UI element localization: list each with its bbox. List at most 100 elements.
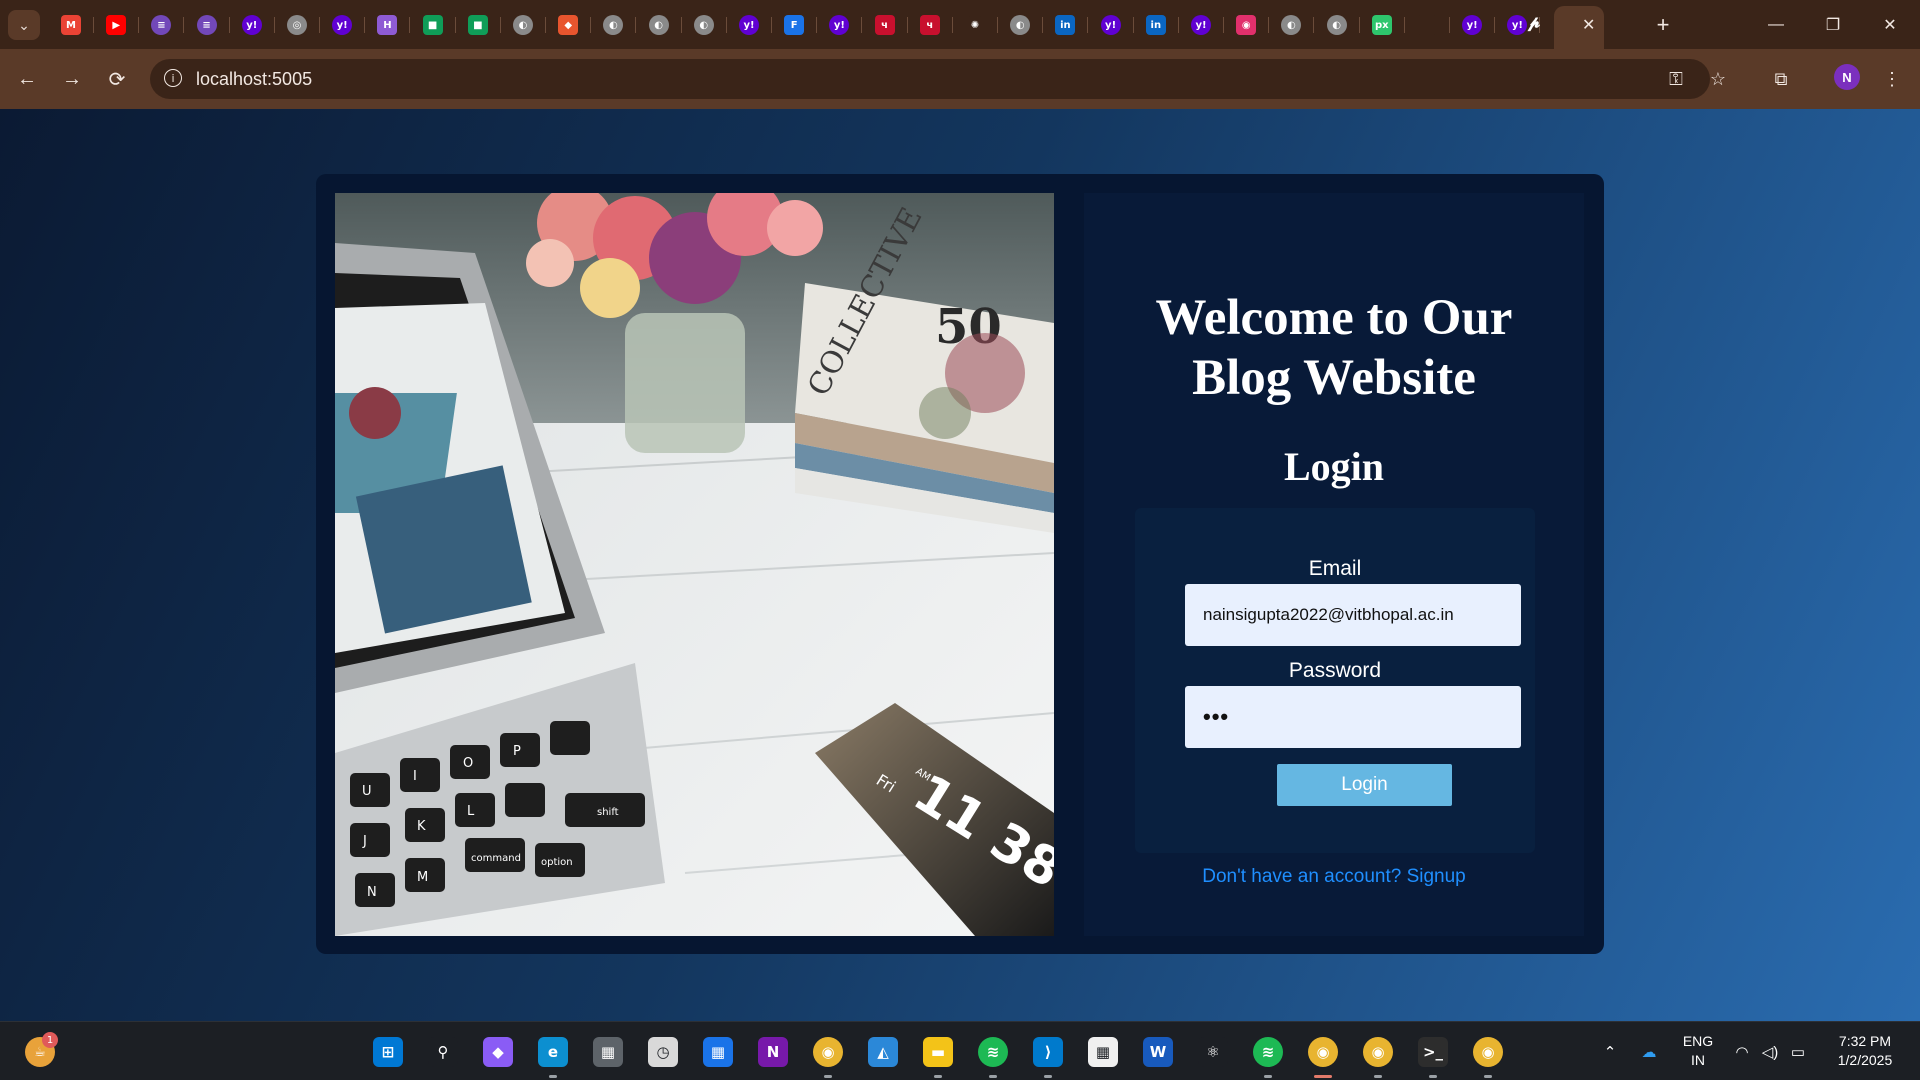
browser-tab[interactable]: ч: [870, 10, 900, 40]
browser-tab[interactable]: ◎: [282, 10, 312, 40]
browser-tab[interactable]: ▶: [101, 10, 131, 40]
browser-tab[interactable]: ■: [463, 10, 493, 40]
tab-separator: [364, 17, 366, 33]
password-key-icon[interactable]: ⚿: [1660, 63, 1692, 95]
browser-tab[interactable]: ◆: [553, 10, 583, 40]
back-button[interactable]: ←: [11, 63, 43, 95]
browser-tab[interactable]: ≡: [192, 10, 222, 40]
tray-overflow-icon[interactable]: ⌃: [1598, 1022, 1622, 1080]
active-tab[interactable]: 𝓹 ✕: [1528, 6, 1604, 49]
onedrive-icon[interactable]: ☁: [1636, 1022, 1662, 1080]
browser-tab[interactable]: M: [56, 10, 86, 40]
key-label: J: [362, 834, 367, 849]
browser-tab[interactable]: ◐: [1005, 10, 1035, 40]
taskbar-app-spotify[interactable]: ≋: [1250, 1034, 1286, 1078]
password-field[interactable]: [1185, 686, 1521, 748]
site-info-icon[interactable]: i: [164, 69, 182, 87]
vscode-icon: ⟩: [1033, 1037, 1063, 1067]
widgets-button[interactable]: ☕ 1: [22, 1032, 58, 1070]
onenote-icon: N: [758, 1037, 788, 1067]
browser-tab[interactable]: y!: [1186, 10, 1216, 40]
yahoo-icon: y!: [332, 15, 353, 35]
taskbar-app-word[interactable]: W: [1140, 1034, 1176, 1070]
browser-tab[interactable]: [1412, 10, 1442, 40]
browser-tab[interactable]: ◐: [1322, 10, 1352, 40]
browser-tab[interactable]: px: [1367, 10, 1397, 40]
browser-tab[interactable]: y!: [1457, 10, 1487, 40]
taskbar-app-search[interactable]: ⚲: [425, 1034, 461, 1070]
taskbar-app-copilot[interactable]: ◆: [480, 1034, 516, 1070]
key-label: M: [417, 870, 428, 885]
volume-icon[interactable]: ◁): [1758, 1022, 1782, 1080]
extensions-icon[interactable]: ⧉: [1765, 63, 1797, 95]
taskbar-app-chrome[interactable]: ◉: [810, 1034, 846, 1078]
taskbar-app-photos[interactable]: ◭: [865, 1034, 901, 1070]
close-window-button[interactable]: ✕: [1862, 0, 1918, 49]
language-indicator[interactable]: ENG IN: [1676, 1032, 1720, 1070]
browser-tab[interactable]: H: [372, 10, 402, 40]
browser-tab[interactable]: ≡: [146, 10, 176, 40]
reload-button[interactable]: ⟳: [101, 63, 133, 95]
browser-tab[interactable]: ◐: [689, 10, 719, 40]
battery-icon[interactable]: ▭: [1786, 1022, 1810, 1080]
calendar-icon: ▦: [703, 1037, 733, 1067]
browser-tab[interactable]: ◐: [1276, 10, 1306, 40]
close-tab-icon[interactable]: ✕: [1582, 15, 1595, 35]
forms-icon: ≡: [151, 15, 172, 35]
wifi-icon[interactable]: ◠: [1730, 1022, 1754, 1080]
browser-tab[interactable]: ■: [418, 10, 448, 40]
system-clock[interactable]: 7:32 PM 1/2/2025: [1820, 1032, 1910, 1070]
new-tab-button[interactable]: +: [1648, 8, 1678, 42]
browser-tab[interactable]: ◉: [1231, 10, 1261, 40]
tab-search-button[interactable]: ⌄: [8, 10, 40, 40]
forward-button[interactable]: →: [56, 63, 88, 95]
page-background: COLLECTIVE 50 N M J K U I O P L command …: [0, 109, 1920, 1021]
browser-tab[interactable]: ✺: [960, 10, 990, 40]
browser-tab[interactable]: y!: [237, 10, 267, 40]
key-label: N: [367, 885, 377, 900]
taskbar-app-edge[interactable]: e: [535, 1034, 571, 1078]
browser-tab[interactable]: y!: [824, 10, 854, 40]
browser-tab[interactable]: ч: [915, 10, 945, 40]
taskbar-app-file-explorer[interactable]: ▬: [920, 1034, 956, 1078]
taskbar-app-store[interactable]: ▦: [1085, 1034, 1121, 1070]
key-label: L: [467, 804, 475, 819]
taskbar-app-chrome-profile-n[interactable]: ◉: [1470, 1034, 1506, 1078]
browser-tab[interactable]: ◐: [598, 10, 628, 40]
browser-tab[interactable]: y!: [327, 10, 357, 40]
taskbar-app-chrome-profile-n[interactable]: ◉: [1360, 1034, 1396, 1078]
browser-tab[interactable]: y!: [1096, 10, 1126, 40]
taskbar-app-spotify[interactable]: ≋: [975, 1034, 1011, 1078]
desk-scene-illustration: COLLECTIVE 50 N M J K U I O P L command …: [335, 193, 1054, 936]
bookmark-star-icon[interactable]: ☆: [1702, 63, 1734, 95]
browser-tab[interactable]: ◐: [644, 10, 674, 40]
email-field[interactable]: [1185, 584, 1521, 646]
minimize-button[interactable]: —: [1748, 0, 1804, 49]
restore-button[interactable]: ❐: [1805, 0, 1861, 49]
login-button[interactable]: Login: [1277, 764, 1452, 806]
profile-avatar[interactable]: N: [1834, 64, 1860, 90]
taskbar-app-calculator[interactable]: ▦: [590, 1034, 626, 1070]
taskbar-app-start[interactable]: ⊞: [370, 1034, 406, 1070]
taskbar-app-terminal[interactable]: >_: [1415, 1034, 1451, 1078]
site-icon: ◆: [558, 15, 579, 35]
url-text[interactable]: localhost:5005: [196, 69, 312, 90]
browser-tab[interactable]: y!: [734, 10, 764, 40]
browser-tab[interactable]: in: [1141, 10, 1171, 40]
taskbar-app-onenote[interactable]: N: [755, 1034, 791, 1070]
taskbar-app-clock[interactable]: ◷: [645, 1034, 681, 1070]
browser-tab[interactable]: ◐: [508, 10, 538, 40]
taskbar-app-vscode[interactable]: ⟩: [1030, 1034, 1066, 1078]
running-indicator: [1484, 1075, 1492, 1078]
signup-link[interactable]: Don't have an account? Signup: [1084, 866, 1584, 888]
tab-separator: [997, 17, 998, 33]
address-bar[interactable]: i localhost:5005 ⚿: [150, 59, 1710, 99]
browser-tab[interactable]: in: [1050, 10, 1080, 40]
taskbar-app-chrome-profile-n[interactable]: ◉: [1305, 1034, 1341, 1078]
copilot-icon: ◆: [483, 1037, 513, 1067]
browser-tab[interactable]: F: [779, 10, 809, 40]
menu-kebab-icon[interactable]: ⋮: [1876, 63, 1908, 95]
taskbar-app-calendar[interactable]: ▦: [700, 1034, 736, 1070]
taskbar-app-react[interactable]: ⚛: [1195, 1034, 1231, 1070]
hackerrank-icon: H: [377, 15, 398, 35]
